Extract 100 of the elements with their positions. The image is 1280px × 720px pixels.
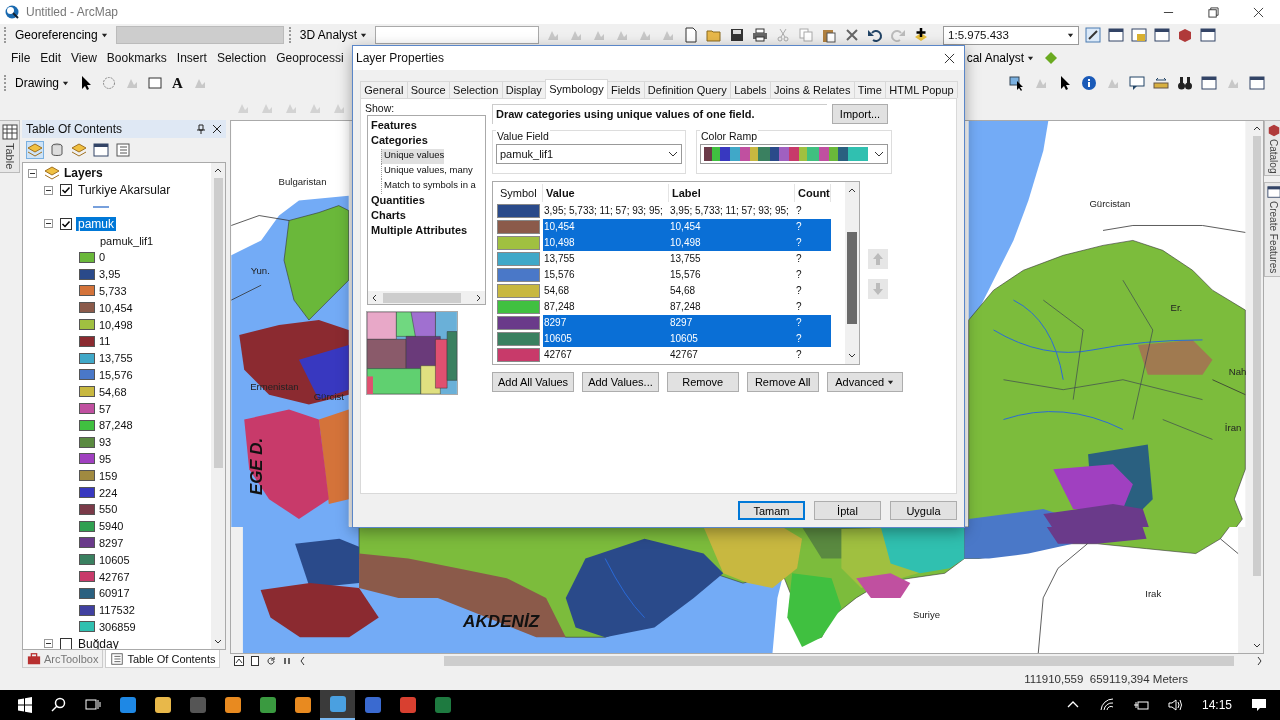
scroll-thumb[interactable] [383,292,461,303]
column-header[interactable]: Count [795,184,831,202]
symbol-swatch[interactable] [497,252,540,266]
editor-icon[interactable] [1085,27,1102,43]
refresh-icon[interactable] [266,656,276,666]
window-icon[interactable] [1154,27,1171,43]
select-features-icon[interactable] [1009,75,1025,91]
box-icon[interactable] [1177,27,1194,43]
symbol-swatch[interactable] [497,204,540,218]
dialog-button[interactable]: Uygula [890,501,957,520]
table-row[interactable]: 10,498 10,498 ? [497,235,841,251]
scroll-up-icon[interactable] [214,166,222,174]
georeferencing-menu[interactable]: Georeferencing [12,28,111,42]
menu-item[interactable]: View [66,51,102,65]
import-button[interactable]: Import... [832,104,888,124]
delete-icon[interactable] [844,27,861,43]
wifi-icon[interactable] [1098,697,1115,713]
table-side-tab[interactable]: Table [0,120,20,174]
save-icon[interactable] [729,27,746,43]
action-button[interactable]: Add All Values [492,372,575,392]
table-row[interactable]: 42767 42767 ? [497,347,841,363]
scroll-thumb[interactable] [444,656,1234,666]
spatial-analyst-menu[interactable]: cal Analyst [963,51,1037,65]
ruler-icon[interactable] [1153,75,1169,91]
tab[interactable]: Symbology [545,79,608,99]
open-folder-icon[interactable] [706,27,723,43]
tab[interactable]: Display [501,81,547,98]
print-icon[interactable] [752,27,769,43]
close-icon[interactable] [1253,6,1264,18]
menu-item[interactable]: Selection [211,51,272,65]
scroll-left-icon[interactable] [371,293,379,302]
scroll-up-icon[interactable] [1252,124,1261,132]
pin-icon[interactable] [196,124,206,134]
action-button[interactable]: Remove All [746,372,819,392]
color-ramp-dropdown[interactable] [700,144,888,164]
scroll-thumb[interactable] [847,232,857,324]
scroll-thumb[interactable] [213,178,223,468]
window-icon[interactable] [1200,27,1217,43]
tree-item[interactable]: Charts [371,209,406,224]
window-icon[interactable] [1249,75,1265,91]
dialog-button[interactable]: Tamam [738,501,805,520]
menu-item[interactable]: File [6,51,36,65]
symbol-swatch[interactable] [497,332,540,346]
tree-item[interactable]: Categories [371,134,428,149]
symbol-swatch[interactable] [497,316,540,330]
scroll-thumb[interactable] [1252,136,1261,576]
column-header[interactable]: Symbol [497,184,543,202]
rectangle-icon[interactable] [147,75,163,91]
menu-item[interactable]: Bookmarks [101,51,172,65]
tree-item[interactable]: Layers [64,166,103,181]
table-row[interactable]: 10605 10605 ? [497,331,841,347]
layer-name[interactable]: pamuk [76,216,117,231]
paste-icon[interactable] [821,27,838,43]
tree-item[interactable]: Match to symbols in a [381,179,476,194]
tree-item[interactable]: Quantities [371,194,425,209]
tree-item[interactable]: Multiple Attributes [371,224,468,239]
info-icon[interactable] [1081,75,1097,91]
expand-toggle[interactable] [44,639,53,649]
close-icon[interactable] [944,52,955,64]
tab[interactable]: HTML Popup [885,81,958,98]
panel-tab[interactable]: ArcToolbox [22,650,104,668]
window-icon[interactable] [1108,27,1125,43]
clock[interactable]: 14:15 [1201,698,1232,712]
table-row[interactable]: 13,755 13,755 ? [497,251,841,267]
expand-toggle[interactable] [28,168,37,178]
tree-item[interactable]: Unique values [381,149,445,164]
layout-view-icon[interactable] [250,656,260,666]
symbol-swatch[interactable] [497,284,540,298]
side-tab[interactable]: Catalog [1264,120,1280,177]
scroll-right-icon[interactable] [474,293,482,302]
list-by-drawing-order-icon[interactable] [27,142,43,158]
layer-combo[interactable] [375,26,540,44]
tree-item[interactable]: Features [371,119,417,134]
list-by-selection-icon[interactable] [93,142,109,158]
scroll-down-icon[interactable] [848,352,856,360]
table-row[interactable]: 3,95; 5,733; 11; 57; 93; 95; 3,95; 5,733; 11; 57; 93; 95; ? [497,203,841,219]
list-by-source-icon[interactable] [49,142,65,158]
checkbox[interactable] [60,637,72,649]
notification-icon[interactable] [1251,697,1267,713]
tab[interactable]: General [360,81,408,98]
restore-icon[interactable] [1208,6,1219,18]
action-button[interactable]: Advanced [826,372,903,392]
speech-balloon-icon[interactable] [1129,75,1145,91]
value-field-dropdown[interactable]: pamuk_lif1 [496,144,682,164]
table-row[interactable]: 10,454 10,454 ? [497,219,841,235]
undo-icon[interactable] [867,27,884,43]
3d-analyst-menu[interactable]: 3D Analyst [296,28,371,42]
symbol-swatch[interactable] [497,220,540,234]
data-view-icon[interactable] [234,656,244,666]
side-tab[interactable]: Create Features [1264,182,1280,277]
symbol-swatch[interactable] [497,268,540,282]
column-header[interactable]: Label [669,184,795,202]
pause-icon[interactable] [282,656,292,666]
expand-toggle[interactable] [44,219,53,229]
table-row[interactable]: 15,576 15,576 ? [497,267,841,283]
window-icon[interactable] [1201,75,1217,91]
dialog-button[interactable]: İptal [814,501,881,520]
tab[interactable]: Definition Query [643,81,731,98]
action-button[interactable]: Add Values... [582,372,659,392]
menu-item[interactable]: Geoprocessi [271,51,344,65]
